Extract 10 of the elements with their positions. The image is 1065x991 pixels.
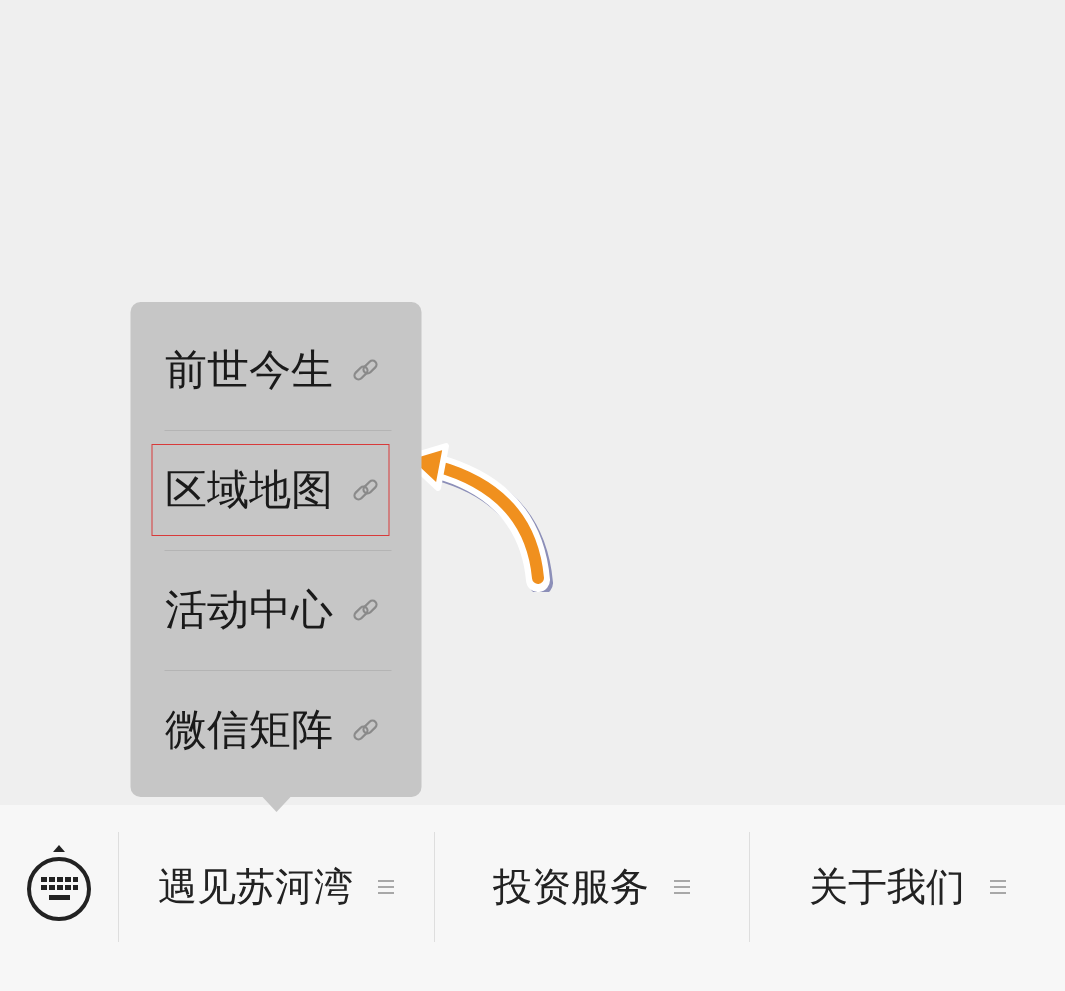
menu-icon	[988, 878, 1007, 896]
submenu-item[interactable]: 微信矩阵	[151, 684, 390, 776]
submenu-item[interactable]: 活动中心	[151, 564, 390, 656]
menu-icon	[376, 878, 395, 896]
menu-button[interactable]: 投资服务	[493, 856, 691, 918]
menu-button[interactable]: 关于我们	[808, 856, 1007, 918]
menu-button[interactable]: 遇见苏河湾	[157, 856, 395, 918]
submenu-item[interactable]: 区域地图	[151, 444, 390, 536]
menu-icon	[673, 878, 691, 896]
submenu-item[interactable]: 前世今生	[151, 324, 390, 416]
